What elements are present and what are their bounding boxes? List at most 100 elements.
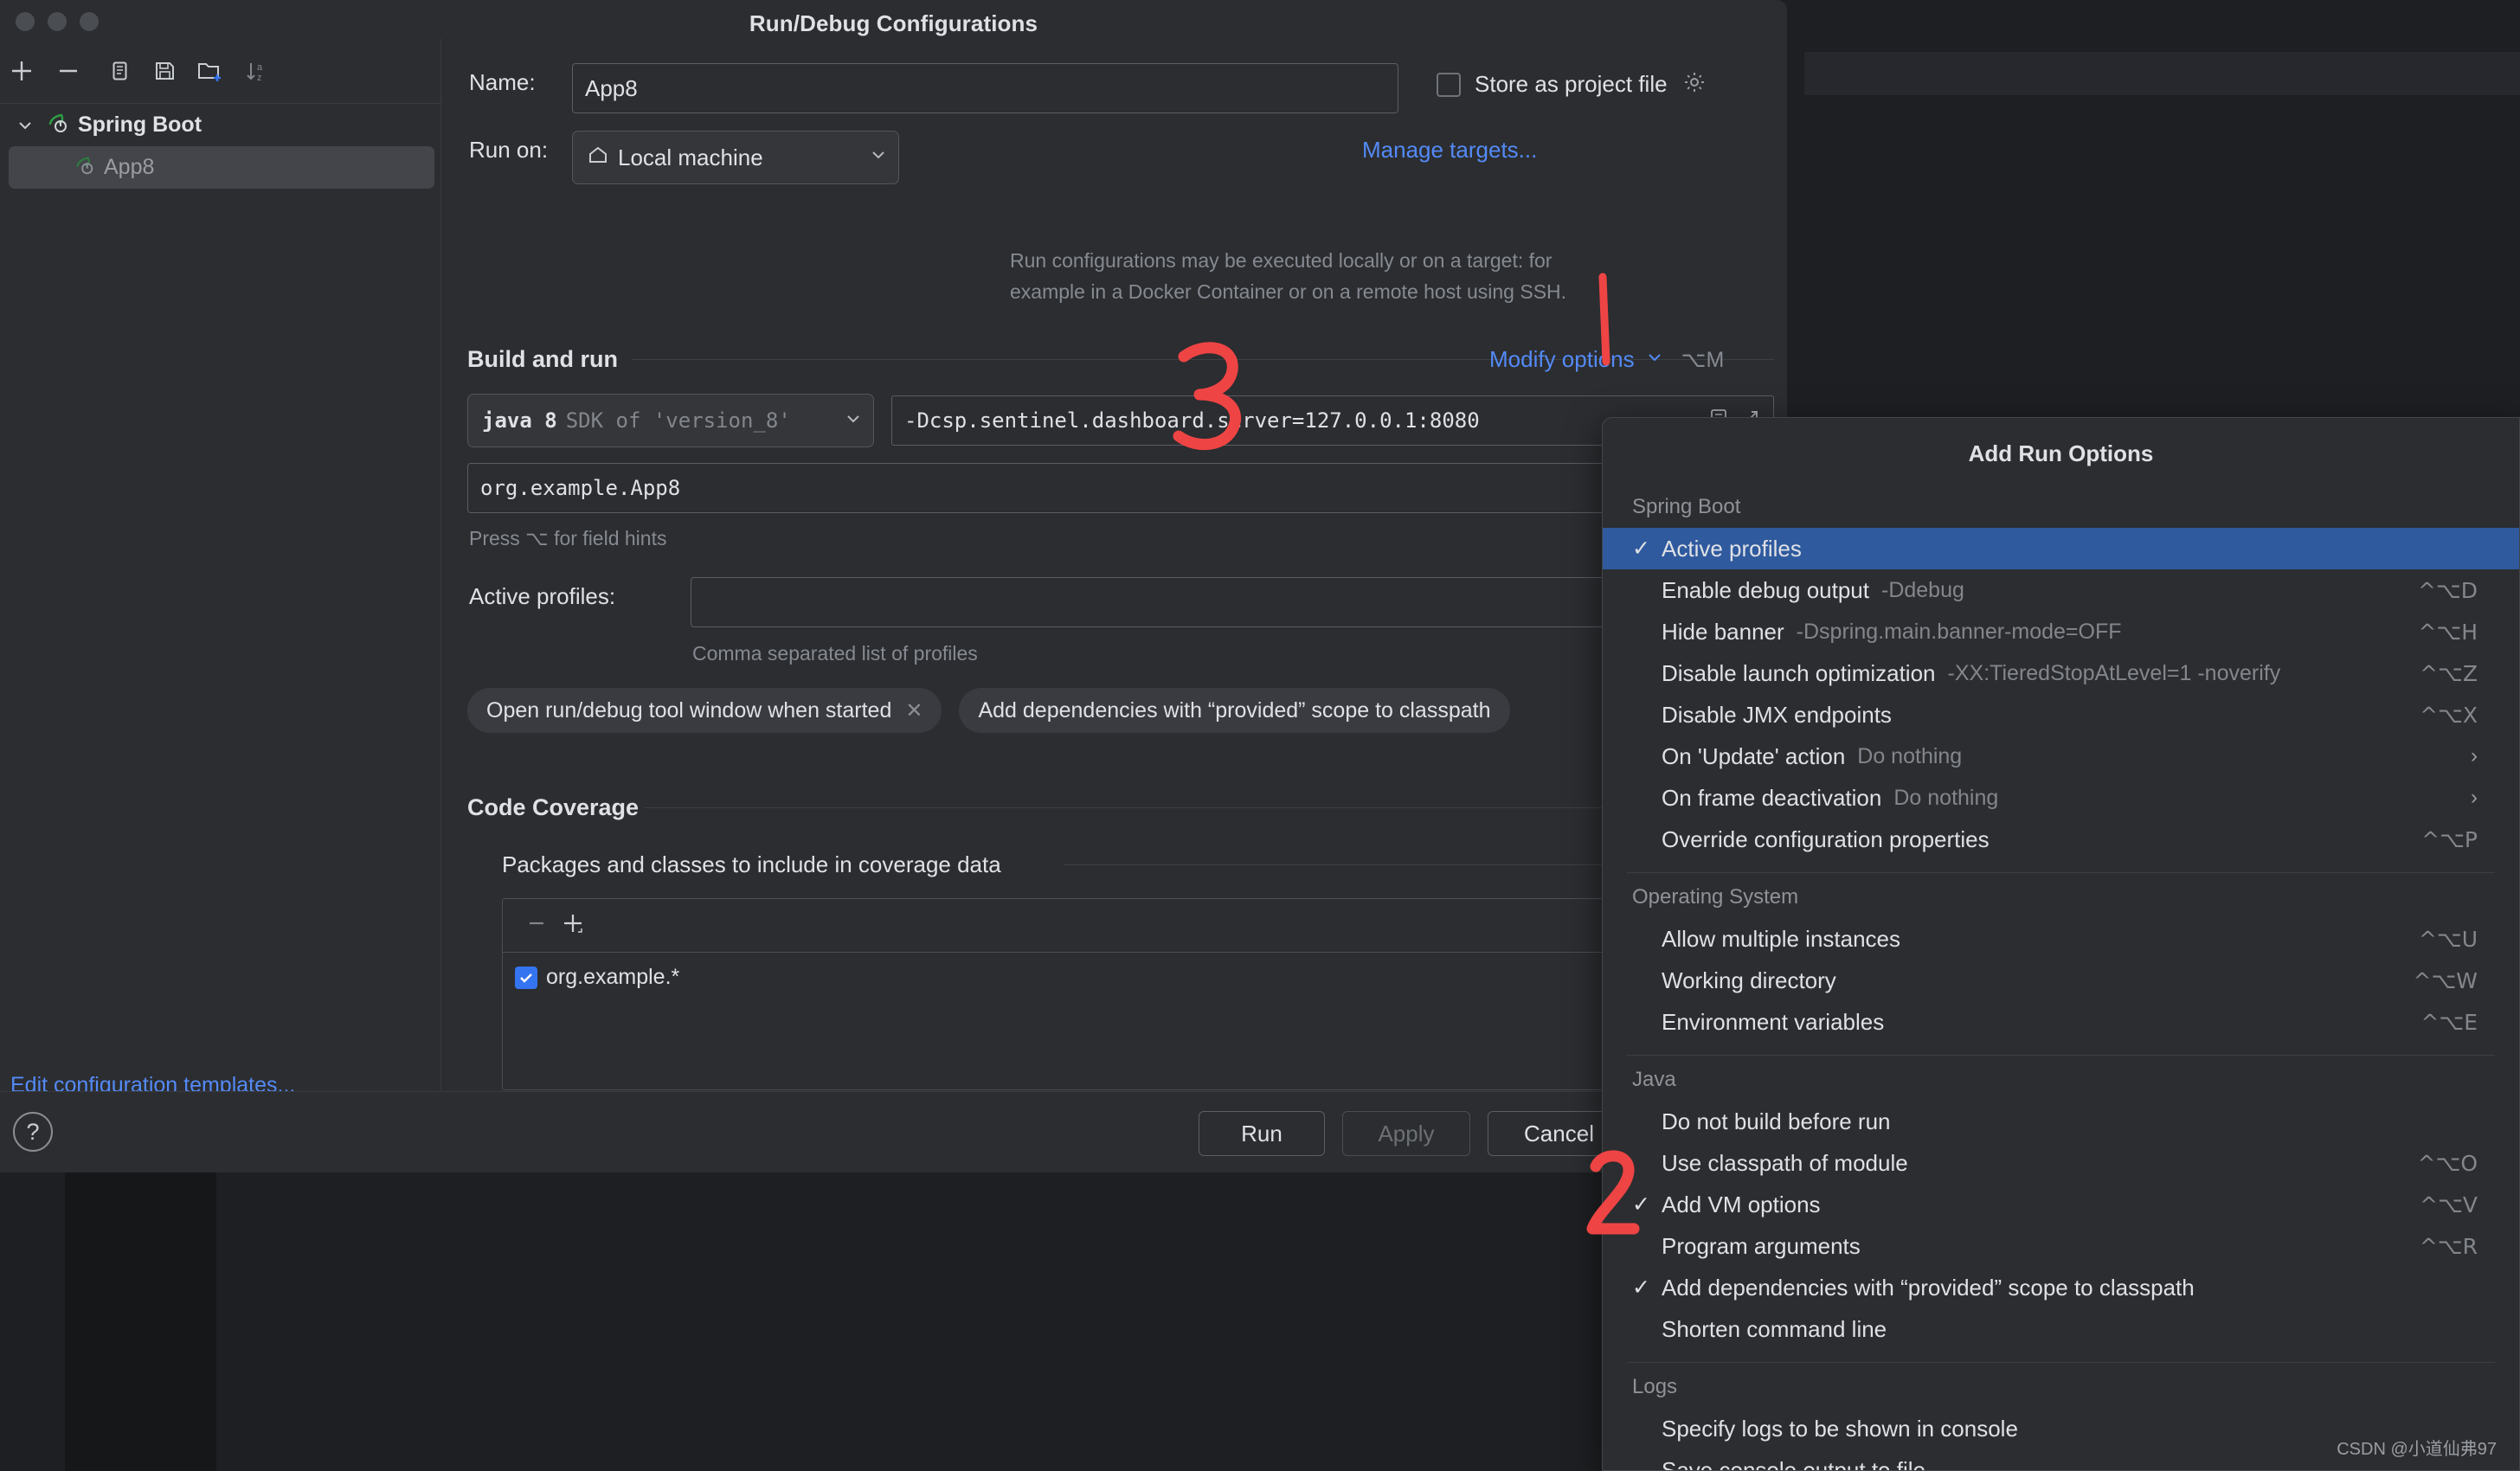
store-as-project-file-checkbox[interactable] [1437, 73, 1461, 97]
tree-group-label: Spring Boot [78, 112, 202, 138]
tree-item-label: App8 [104, 155, 154, 180]
menu-item-program-arguments[interactable]: Program arguments ^⌥R [1603, 1225, 2519, 1267]
run-on-combobox[interactable]: Local machine [572, 131, 899, 184]
active-profiles-hint: Comma separated list of profiles [692, 642, 978, 665]
close-icon[interactable]: ✕ [905, 698, 922, 723]
popup-separator [1627, 1055, 2495, 1056]
add-icon[interactable] [2, 51, 42, 91]
menu-item-shorten-command-line[interactable]: Shorten command line [1603, 1308, 2519, 1350]
store-as-project-file-row[interactable]: Store as project file [1437, 69, 1707, 100]
menu-item-do-not-build-before-run[interactable]: Do not build before run [1603, 1101, 2519, 1142]
menu-item-accelerator: ^⌥V [2420, 1192, 2478, 1217]
menu-item-label: Environment variables [1662, 1009, 1884, 1036]
menu-item-label: Do not build before run [1662, 1108, 1891, 1135]
coverage-item-label: org.example.* [546, 965, 679, 990]
menu-item-enable-debug-output[interactable]: Enable debug output -Ddebug ^⌥D [1603, 569, 2519, 611]
jre-value-dim: SDK of 'version_8' [566, 408, 791, 433]
modify-options-shortcut: ⌥M [1681, 347, 1725, 373]
manage-targets-link[interactable]: Manage targets... [1362, 137, 1537, 164]
help-button[interactable]: ? [13, 1112, 53, 1152]
modify-options-row[interactable]: Modify options ⌥M [1489, 346, 1724, 373]
main-class-input[interactable]: org.example.App8 [467, 463, 1774, 513]
popup-separator [1627, 1362, 2495, 1363]
jre-value: java 8 [482, 408, 557, 433]
menu-item-label: Disable JMX endpoints [1662, 702, 1892, 729]
menu-item-override-configuration-properties[interactable]: Override configuration properties ^⌥P [1603, 819, 2519, 860]
menu-item-sub: -Dspring.main.banner-mode=OFF [1797, 620, 2122, 645]
modify-options-link[interactable]: Modify options [1489, 346, 1635, 373]
add-run-options-popup: Add Run Options Spring Boot ✓ Active pro… [1602, 417, 2520, 1471]
menu-item-environment-variables[interactable]: Environment variables ^⌥E [1603, 1001, 2519, 1043]
svg-text:a: a [257, 62, 263, 73]
active-profiles-label: Active profiles: [469, 583, 615, 610]
menu-item-label: Hide banner [1662, 619, 1784, 646]
dialog-title: Run/Debug Configurations [0, 10, 1787, 37]
coverage-list-item[interactable]: org.example.* [503, 953, 1773, 990]
jre-combobox[interactable]: java 8 SDK of 'version_8' [467, 394, 874, 447]
run-button[interactable]: Run [1199, 1111, 1325, 1156]
svg-text:z: z [257, 73, 262, 83]
run-debug-configurations-dialog: Run/Debug Configurations [0, 0, 1787, 1172]
add-pattern-icon[interactable] [558, 909, 588, 942]
menu-item-disable-launch-optimization[interactable]: Disable launch optimization -XX:TieredSt… [1603, 652, 2519, 694]
menu-item-use-classpath-of-module[interactable]: Use classpath of module ^⌥O [1603, 1142, 2519, 1184]
chevron-down-icon [844, 409, 863, 433]
menu-item-sub: Do nothing [1857, 744, 1962, 769]
watermark: CSDN @小道仙弗97 [2337, 1435, 2497, 1460]
menu-item-on-update-action[interactable]: On 'Update' action Do nothing › [1603, 736, 2519, 777]
name-label: Name: [469, 69, 536, 96]
menu-item-on-frame-deactivation[interactable]: On frame deactivation Do nothing › [1603, 777, 2519, 819]
menu-item-allow-multiple-instances[interactable]: Allow multiple instances ^⌥U [1603, 918, 2519, 960]
save-icon[interactable] [145, 51, 184, 91]
menu-item-label: Add dependencies with “provided” scope t… [1662, 1275, 2195, 1301]
run-on-hint-line1: Run configurations may be executed local… [1010, 249, 1552, 273]
menu-item-label: Allow multiple instances [1662, 926, 1900, 953]
tree-group-spring-boot[interactable]: Spring Boot [0, 104, 441, 146]
gear-icon[interactable] [1681, 69, 1707, 100]
popup-group-label: Spring Boot [1603, 486, 2519, 528]
chip-open-tool-window[interactable]: Open run/debug tool window when started … [467, 688, 942, 733]
chevron-down-icon[interactable] [1645, 348, 1664, 371]
editor-side-panel [65, 1172, 216, 1471]
name-input[interactable]: App8 [572, 63, 1398, 113]
popup-separator [1627, 872, 2495, 873]
popup-group-label: Operating System [1603, 877, 2519, 918]
remove-pattern-icon[interactable] [524, 910, 550, 941]
menu-item-add-vm-options[interactable]: ✓ Add VM options ^⌥V [1603, 1184, 2519, 1225]
menu-item-disable-jmx-endpoints[interactable]: Disable JMX endpoints ^⌥X [1603, 694, 2519, 736]
apply-button[interactable]: Apply [1342, 1111, 1470, 1156]
menu-item-accelerator: ^⌥O [2418, 1151, 2478, 1176]
check-icon: ✓ [1632, 1275, 1662, 1301]
configuration-form: Name: App8 Store as project file Run on: [441, 39, 1787, 1090]
menu-item-label: Shorten command line [1662, 1316, 1887, 1343]
sort-az-icon[interactable]: a z [237, 51, 277, 91]
remove-icon[interactable] [48, 51, 88, 91]
editor-highlight-band [1804, 52, 2520, 95]
menu-item-hide-banner[interactable]: Hide banner -Dspring.main.banner-mode=OF… [1603, 611, 2519, 652]
vm-options-input[interactable]: -Dcsp.sentinel.dashboard.server=127.0.0.… [892, 408, 1707, 433]
menu-item-add-provided-scope-dependencies[interactable]: ✓ Add dependencies with “provided” scope… [1603, 1267, 2519, 1308]
coverage-item-checkbox[interactable] [515, 967, 537, 989]
menu-item-accelerator: ^⌥X [2420, 703, 2478, 728]
menu-item-label: Active profiles [1662, 536, 1802, 562]
new-folder-icon[interactable] [190, 51, 230, 91]
copy-icon[interactable] [100, 51, 139, 91]
menu-item-label: Add VM options [1662, 1192, 1821, 1218]
menu-item-active-profiles[interactable]: ✓ Active profiles [1603, 528, 2519, 569]
menu-item-accelerator: ^⌥R [2420, 1234, 2478, 1259]
menu-item-working-directory[interactable]: Working directory ^⌥W [1603, 960, 2519, 1001]
menu-item-sub: Do nothing [1893, 786, 1998, 811]
chevron-down-icon[interactable] [14, 117, 36, 134]
build-and-run-title: Build and run [467, 346, 618, 373]
field-hints-text: Press ⌥ for field hints [469, 527, 666, 550]
code-coverage-title: Code Coverage [467, 794, 639, 821]
popup-group-label: Logs [1603, 1366, 2519, 1408]
menu-item-sub: -Ddebug [1881, 578, 1964, 603]
menu-item-accelerator: ^⌥P [2421, 827, 2478, 852]
tree-item-app8[interactable]: App8 [9, 146, 434, 189]
run-on-value: Local machine [618, 145, 763, 171]
menu-item-accelerator: ^⌥H [2418, 620, 2478, 645]
options-chips-row: Open run/debug tool window when started … [467, 688, 1510, 733]
chip-add-provided-dependencies[interactable]: Add dependencies with “provided” scope t… [959, 688, 1509, 733]
menu-item-accelerator: ^⌥U [2419, 927, 2478, 952]
